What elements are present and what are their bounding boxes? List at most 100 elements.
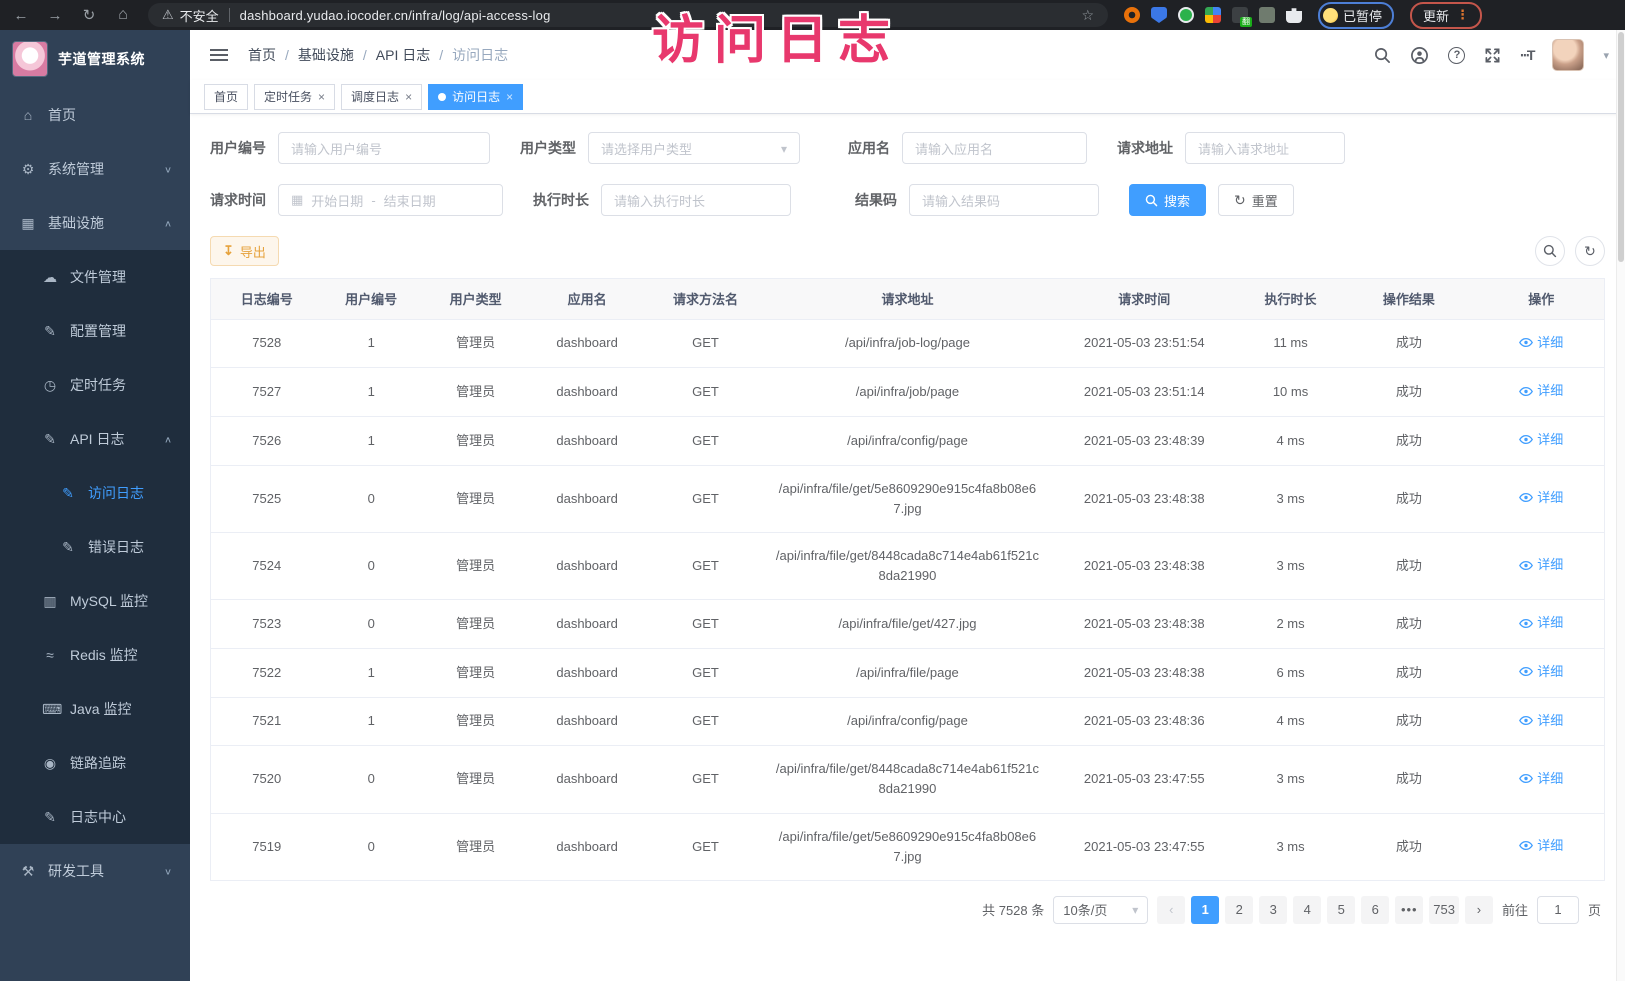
user-id-input[interactable]: 请输入用户编号 — [278, 132, 490, 164]
sidebar-item-file-management[interactable]: ☁文件管理 — [0, 250, 190, 304]
tab-home[interactable]: 首页 — [204, 84, 248, 110]
chevron-up-icon: ∧ — [164, 434, 172, 444]
browser-back-icon[interactable] — [12, 7, 30, 24]
sidebar-item-log-center[interactable]: ✎日志中心 — [0, 790, 190, 844]
user-type-label: 用户类型 — [520, 138, 576, 158]
extension-icon-3[interactable] — [1178, 7, 1194, 23]
column-header: 请求时间 — [1047, 279, 1242, 319]
sidebar-item-redis-monitor[interactable]: ≈Redis 监控 — [0, 628, 190, 682]
prev-page-button[interactable]: ‹ — [1157, 896, 1185, 924]
detail-link[interactable]: 详细 — [1519, 613, 1563, 633]
export-button[interactable]: 导出 — [210, 236, 279, 266]
tab-scheduled-tasks[interactable]: 定时任务× — [254, 84, 335, 110]
reset-button[interactable]: 重置 — [1218, 184, 1294, 216]
breadcrumb-api-log[interactable]: API 日志 — [376, 45, 430, 65]
breadcrumb-home[interactable]: 首页 — [248, 45, 276, 65]
update-button[interactable]: 更新 — [1410, 2, 1482, 29]
page-button-5[interactable]: 5 — [1327, 896, 1355, 924]
sidebar-item-api-log[interactable]: ✎API 日志∧ — [0, 412, 190, 466]
tab-schedule-log[interactable]: 调度日志× — [341, 84, 422, 110]
refresh-table-button[interactable] — [1575, 236, 1605, 266]
translate-extension-icon[interactable] — [1232, 7, 1248, 23]
user-type-select[interactable]: 请选择用户类型 — [588, 132, 800, 164]
url-bar[interactable]: 不安全 dashboard.yudao.iocoder.cn/infra/log… — [148, 3, 1108, 27]
bookmark-star-icon[interactable] — [1081, 7, 1094, 24]
tab-access-log[interactable]: 访问日志× — [428, 84, 523, 110]
page-button-4[interactable]: 4 — [1293, 896, 1321, 924]
request-url-input[interactable]: 请输入请求地址 — [1185, 132, 1345, 164]
toggle-search-button[interactable] — [1535, 236, 1565, 266]
cell-user_id: 1 — [322, 648, 420, 697]
detail-link[interactable]: 详细 — [1519, 769, 1563, 789]
font-size-icon[interactable] — [1520, 47, 1533, 64]
cell-time: 2021-05-03 23:51:54 — [1047, 319, 1242, 368]
detail-link[interactable]: 详细 — [1519, 555, 1563, 575]
sidebar-item-scheduled-tasks[interactable]: ◷定时任务 — [0, 358, 190, 412]
page-button-1[interactable]: 1 — [1191, 896, 1219, 924]
chevron-down-icon[interactable] — [1603, 46, 1609, 64]
detail-link[interactable]: 详细 — [1519, 381, 1563, 401]
page-button-2[interactable]: 2 — [1225, 896, 1253, 924]
detail-link[interactable]: 详细 — [1519, 430, 1563, 450]
close-icon[interactable]: × — [405, 91, 412, 103]
paused-badge[interactable]: 已暂停 — [1318, 2, 1394, 29]
fullscreen-icon[interactable] — [1484, 47, 1501, 64]
search-button[interactable]: 搜索 — [1129, 184, 1206, 216]
page-size-select[interactable]: 10条/页 — [1053, 896, 1148, 924]
security-warning[interactable]: 不安全 — [162, 6, 219, 25]
sidebar-item-dev-tools[interactable]: ⚒研发工具∨ — [0, 844, 190, 898]
browser-forward-icon[interactable] — [46, 7, 64, 24]
help-icon[interactable] — [1448, 47, 1465, 64]
sidebar-collapse-icon[interactable] — [210, 54, 228, 56]
extension-icon-2[interactable] — [1151, 7, 1167, 23]
sidebar-item-access-log[interactable]: ✎访问日志 — [0, 466, 190, 520]
goto-page-input[interactable]: 1 — [1537, 896, 1579, 924]
detail-link[interactable]: 详细 — [1519, 488, 1563, 508]
kebab-menu-icon[interactable] — [1456, 7, 1469, 23]
detail-link[interactable]: 详细 — [1519, 836, 1563, 856]
detail-link[interactable]: 详细 — [1519, 662, 1563, 682]
browser-home-icon[interactable] — [114, 6, 132, 24]
search-icon[interactable] — [1374, 47, 1391, 64]
chevron-down-icon: ∨ — [164, 866, 172, 876]
sidebar-item-system-management[interactable]: ⚙系统管理∨ — [0, 142, 190, 196]
cell-result: 成功 — [1339, 746, 1478, 813]
sidebar-item-error-log[interactable]: ✎错误日志 — [0, 520, 190, 574]
scrollbar-thumb[interactable] — [1618, 32, 1624, 262]
result-code-input[interactable]: 请输入结果码 — [909, 184, 1099, 216]
close-icon[interactable]: × — [318, 91, 325, 103]
next-page-button[interactable]: › — [1465, 896, 1493, 924]
sidebar-item-trace[interactable]: ◉链路追踪 — [0, 736, 190, 790]
app-logo-row[interactable]: 芋道管理系统 — [0, 30, 190, 88]
sidebar-item-config-management[interactable]: ✎配置管理 — [0, 304, 190, 358]
cell-time: 2021-05-03 23:48:38 — [1047, 600, 1242, 649]
github-icon[interactable] — [1410, 46, 1429, 65]
sidebar-item-mysql-monitor[interactable]: ▥MySQL 监控 — [0, 574, 190, 628]
sidebar-item-java-monitor[interactable]: ⌨Java 监控 — [0, 682, 190, 736]
sidebar-item-infrastructure[interactable]: ▦基础设施∧ — [0, 196, 190, 250]
avatar[interactable] — [1552, 39, 1584, 71]
detail-link[interactable]: 详细 — [1519, 711, 1563, 731]
detail-link[interactable]: 详细 — [1519, 333, 1563, 353]
page-scrollbar[interactable] — [1616, 30, 1625, 981]
cell-app: dashboard — [531, 532, 642, 599]
page-button-753[interactable]: 753 — [1429, 896, 1459, 924]
breadcrumb: 首页 / 基础设施 / API 日志 / 访问日志 — [248, 45, 508, 65]
extensions-puzzle-icon[interactable] — [1286, 7, 1302, 23]
extension-icon-4[interactable] — [1205, 7, 1221, 23]
close-icon[interactable]: × — [506, 91, 513, 103]
sidebar-item-home[interactable]: ⌂首页 — [0, 88, 190, 142]
extension-icon-6[interactable] — [1259, 7, 1275, 23]
app-name-input[interactable]: 请输入应用名 — [902, 132, 1087, 164]
page-button-6[interactable]: 6 — [1361, 896, 1389, 924]
breadcrumb-infrastructure[interactable]: 基础设施 — [298, 45, 354, 65]
goto-label: 前往 — [1502, 900, 1528, 919]
request-time-range-picker[interactable]: 开始日期 - 结束日期 — [278, 184, 503, 216]
duration-input[interactable]: 请输入执行时长 — [601, 184, 791, 216]
table-header-row: 日志编号用户编号用户类型应用名请求方法名请求地址请求时间执行时长操作结果操作 — [211, 279, 1604, 319]
column-header: 日志编号 — [211, 279, 322, 319]
extension-icon-1[interactable] — [1124, 7, 1140, 23]
browser-reload-icon[interactable] — [80, 6, 98, 24]
page-button-3[interactable]: 3 — [1259, 896, 1287, 924]
reset-button-label: 重置 — [1252, 191, 1278, 210]
